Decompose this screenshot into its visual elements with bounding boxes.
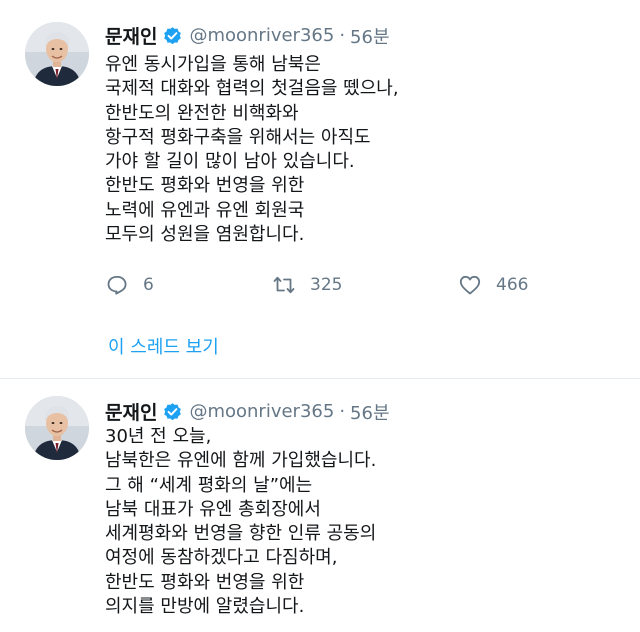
timestamp[interactable]: 56분: [350, 23, 389, 49]
reply-icon: [107, 276, 127, 295]
heart-icon: [459, 275, 481, 295]
verified-badge-icon: [162, 25, 183, 46]
separator-dot: ·: [339, 25, 346, 46]
tweet-text-line: 여정에 동참하겠다고 다짐하며,: [105, 547, 338, 569]
reply-count: 6: [143, 275, 154, 295]
retweet-icon: [273, 276, 295, 294]
retweet-button[interactable]: 325: [272, 273, 342, 297]
tweet-text: 유엔 동시가입을 통해 남북은 국제적 대화와 협력의 첫걸음을 뗐으나, 한반…: [105, 53, 399, 247]
tweet-text-line: 그 해 “세계 평화의 날”에는: [105, 474, 313, 496]
tweet-text-line: 의지를 만방에 알렸습니다.: [105, 596, 305, 618]
tweet-text-line: 항구적 평화구축을 위해서는 아직도: [105, 126, 371, 148]
author-name[interactable]: 문재인: [105, 398, 157, 425]
show-thread-link[interactable]: 이 스레드 보기: [108, 333, 219, 359]
tweet-text-line: 한반도 평화와 번영을 위한: [105, 175, 305, 197]
tweet-text: 30년 전 오늘, 남북한은 유엔에 함께 가입했습니다. 그 해 “세계 평화…: [105, 425, 376, 619]
verified-badge-icon: [162, 401, 183, 422]
tweet-text-line: 한반도 평화와 번영을 위한: [105, 571, 305, 593]
tweet-text-line: 국제적 대화와 협력의 첫걸음을 뗐으나,: [105, 78, 399, 100]
tweet-text-line: 유엔 동시가입을 통해 남북은: [105, 54, 321, 75]
timestamp[interactable]: 56분: [350, 399, 389, 425]
tweet-actions: 6 325 466: [105, 273, 545, 303]
tweet-text-line: 가야 할 길이 많이 남아 있습니다.: [105, 151, 355, 173]
tweet-text-line: 남북한은 유엔에 함께 가입했습니다.: [105, 450, 377, 472]
retweet-count: 325: [310, 275, 343, 295]
tweet[interactable]: 문재인 @moonriver365 · 56분 유엔 동시가입을 통해 남북은 …: [0, 0, 640, 379]
tweet[interactable]: 문재인 @moonriver365 · 56분 30년 전 오늘, 남북한은 유…: [0, 379, 640, 632]
author-handle[interactable]: @moonriver365: [189, 401, 334, 422]
like-button[interactable]: 466: [458, 273, 528, 297]
tweet-header: 문재인 @moonriver365 · 56분: [105, 22, 390, 49]
separator-dot: ·: [339, 401, 346, 422]
author-name[interactable]: 문재인: [105, 22, 157, 49]
author-handle[interactable]: @moonriver365: [189, 25, 334, 46]
like-count: 466: [496, 275, 529, 295]
avatar[interactable]: [25, 22, 89, 86]
avatar[interactable]: [25, 396, 89, 460]
tweet-text-line: 한반도의 완전한 비핵화와: [105, 102, 299, 124]
tweet-text-line: 세계평화와 번영을 향한 인류 공동의: [105, 523, 377, 545]
tweet-text-line: 모두의 성원을 염원합니다.: [105, 224, 305, 246]
tweet-text-line: 남북 대표가 유엔 총회장에서: [105, 498, 321, 520]
tweet-text-line: 30년 전 오늘,: [105, 426, 212, 447]
tweet-header: 문재인 @moonriver365 · 56분: [105, 398, 390, 425]
tweet-text-line: 노력에 유엔과 유엔 회원국: [105, 199, 305, 221]
reply-button[interactable]: 6: [105, 273, 154, 297]
